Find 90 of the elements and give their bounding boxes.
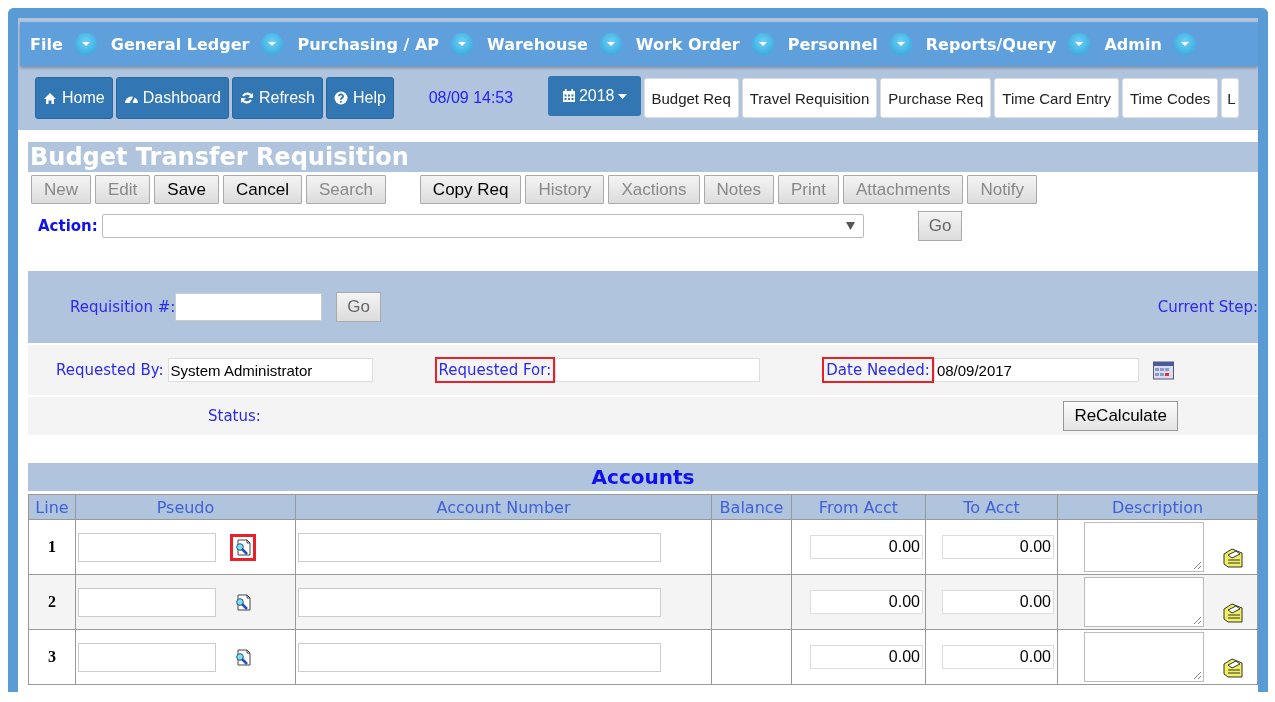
year-dropdown-button[interactable]: 2018 bbox=[547, 76, 641, 116]
notepad-icon[interactable] bbox=[1222, 656, 1244, 678]
amount-field[interactable]: 0.00 bbox=[810, 590, 923, 614]
column-header: To Acct bbox=[925, 494, 1058, 520]
amount-field[interactable]: 0.00 bbox=[810, 535, 923, 559]
help-icon bbox=[334, 91, 349, 105]
status-label: Status: bbox=[208, 407, 261, 425]
menu-item[interactable]: Personnel bbox=[787, 34, 890, 54]
page-title: Budget Transfer Requisition bbox=[29, 143, 409, 171]
dropdown-caret-icon[interactable] bbox=[599, 33, 622, 55]
action-label: Action: bbox=[38, 217, 98, 235]
description-field[interactable] bbox=[1084, 522, 1204, 572]
menu-item[interactable]: General Ledger bbox=[110, 34, 262, 54]
column-header: From Acct bbox=[791, 494, 926, 520]
document-search-icon bbox=[235, 593, 251, 611]
text-field[interactable]: System Administrator bbox=[167, 358, 373, 382]
resize-grip-icon bbox=[1193, 616, 1202, 625]
home-icon bbox=[43, 91, 58, 105]
menu-item[interactable]: File bbox=[30, 34, 75, 54]
nav-button[interactable]: Refresh bbox=[231, 77, 323, 119]
nav-button[interactable]: Home bbox=[35, 77, 113, 119]
menu-item[interactable]: Purchasing / AP bbox=[297, 34, 452, 54]
shortcut-button[interactable]: Time Card Entry bbox=[994, 78, 1119, 118]
dropdown-arrow-icon bbox=[845, 222, 855, 230]
account-number-field[interactable] bbox=[298, 642, 661, 672]
account-number-field[interactable] bbox=[298, 532, 661, 562]
amount-field[interactable]: 0.00 bbox=[942, 645, 1054, 669]
dropdown-caret-icon[interactable] bbox=[74, 33, 97, 55]
action-button[interactable]: Cancel bbox=[223, 175, 302, 204]
field-label: Date Needed: bbox=[822, 357, 934, 383]
requisition-field[interactable] bbox=[175, 293, 323, 321]
amount-field[interactable]: 0.00 bbox=[810, 645, 923, 669]
current-step-label: Current Step: bbox=[1157, 298, 1258, 316]
pseudo-field[interactable] bbox=[78, 532, 216, 562]
refresh-icon bbox=[239, 91, 255, 105]
shortcut-button[interactable]: Purchase Req bbox=[880, 78, 992, 118]
dropdown-caret-icon[interactable] bbox=[751, 33, 774, 55]
calendar-icon bbox=[561, 89, 576, 103]
go-button[interactable]: Go bbox=[336, 292, 381, 322]
field-label: Requested For: bbox=[434, 357, 556, 383]
nav-button[interactable]: Dashboard bbox=[115, 77, 229, 119]
line-number: 1 bbox=[28, 519, 76, 575]
menu-item[interactable]: Warehouse bbox=[487, 34, 600, 54]
line-number: 3 bbox=[28, 629, 76, 685]
action-dropdown[interactable] bbox=[101, 214, 864, 238]
text-field[interactable] bbox=[555, 358, 761, 382]
column-header: Description bbox=[1057, 494, 1258, 520]
shortcut-button[interactable]: L bbox=[1221, 78, 1239, 118]
field-label: Requested By: bbox=[55, 360, 165, 381]
go-button[interactable]: Go bbox=[917, 211, 963, 241]
document-search-icon bbox=[235, 538, 251, 556]
action-button[interactable]: Save bbox=[154, 175, 220, 204]
section-title: Accounts bbox=[591, 465, 695, 489]
resize-grip-icon bbox=[1193, 561, 1202, 570]
notepad-icon[interactable] bbox=[1222, 601, 1244, 623]
clock-text: 08/09 14:53 bbox=[427, 89, 515, 107]
description-field[interactable] bbox=[1084, 632, 1204, 682]
action-button[interactable]: Copy Req bbox=[419, 175, 522, 204]
nav-button[interactable]: Help bbox=[326, 77, 394, 119]
calendar-icon[interactable] bbox=[1152, 360, 1174, 380]
amount-field[interactable]: 0.00 bbox=[942, 535, 1054, 559]
dropdown-caret-icon[interactable] bbox=[889, 33, 912, 55]
column-header: Pseudo bbox=[75, 494, 296, 520]
amount-field[interactable]: 0.00 bbox=[942, 590, 1054, 614]
requisition-label: Requisition #: bbox=[70, 298, 176, 316]
dropdown-caret-icon[interactable] bbox=[1068, 33, 1091, 55]
menu-item[interactable]: Work Order bbox=[635, 34, 752, 54]
resize-grip-icon bbox=[1193, 671, 1202, 680]
description-field[interactable] bbox=[1084, 577, 1204, 627]
pseudo-field[interactable] bbox=[78, 642, 216, 672]
shortcut-button[interactable]: Travel Requisition bbox=[741, 78, 878, 118]
shortcut-button[interactable]: Time Codes bbox=[1121, 78, 1219, 118]
lookup-button[interactable] bbox=[230, 533, 256, 561]
account-number-field[interactable] bbox=[298, 587, 661, 617]
line-number: 2 bbox=[28, 574, 76, 630]
caret-icon bbox=[617, 93, 627, 99]
recalculate-button[interactable]: ReCalculate bbox=[1063, 401, 1178, 431]
notepad-icon[interactable] bbox=[1222, 546, 1244, 568]
dropdown-caret-icon[interactable] bbox=[261, 33, 284, 55]
dropdown-caret-icon[interactable] bbox=[451, 33, 474, 55]
column-header: Account Number bbox=[295, 494, 712, 520]
column-header: Line bbox=[28, 494, 76, 520]
column-header: Balance bbox=[711, 494, 792, 520]
text-field[interactable]: 08/09/2017 bbox=[933, 358, 1139, 382]
document-search-icon bbox=[235, 648, 251, 666]
pseudo-field[interactable] bbox=[78, 587, 216, 617]
menu-item[interactable]: Admin bbox=[1104, 34, 1174, 54]
shortcut-button[interactable]: Budget Req bbox=[643, 78, 739, 118]
dropdown-caret-icon[interactable] bbox=[1173, 33, 1196, 55]
menu-item[interactable]: Reports/Query bbox=[925, 34, 1069, 54]
